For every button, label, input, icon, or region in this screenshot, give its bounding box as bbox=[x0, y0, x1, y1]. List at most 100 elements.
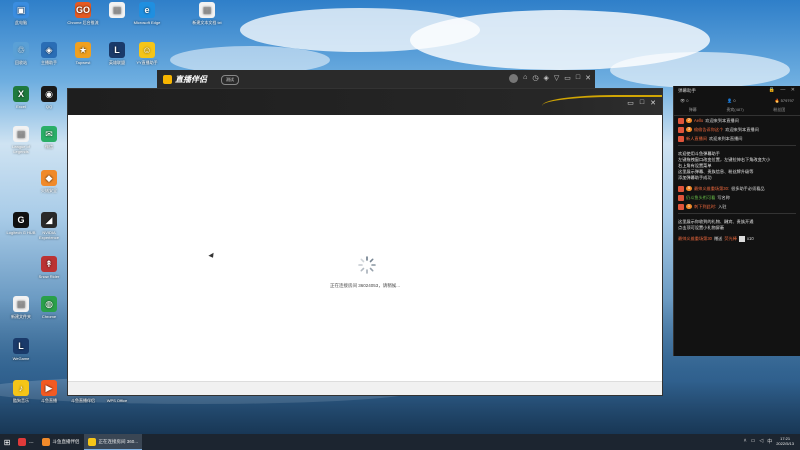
system-line: 添加弹幕助手成功 bbox=[678, 175, 712, 180]
tab-danmaku[interactable]: 弹幕 bbox=[689, 107, 697, 113]
chat-text: 入驻 bbox=[718, 203, 727, 209]
desktop-icon[interactable]: ◈ 主播助手 bbox=[32, 42, 66, 65]
clock[interactable]: 17:21 2022/5/13 bbox=[776, 436, 794, 446]
message-list: 2 Aello 欢迎来到本直播间 3 偷偷告诉你这个 欢迎来到本直播间 新人直播间 欢迎来到本… bbox=[674, 116, 800, 143]
minimize-icon[interactable]: ▭ bbox=[564, 74, 571, 83]
chat-username[interactable]: 仍斗鱼头衔可看 bbox=[686, 195, 715, 201]
gift-line: 点击顶可设置小礼物屏蔽 bbox=[678, 225, 725, 230]
tab-fans[interactable]: 粉丝团 bbox=[773, 107, 785, 113]
taskbar-item-label: --- bbox=[29, 439, 34, 445]
desktop-icon-label: 此电脑 bbox=[15, 20, 27, 25]
gift-action: 赠送 bbox=[713, 235, 723, 241]
window-footer bbox=[68, 381, 662, 395]
app-icon: ♲ bbox=[13, 42, 29, 58]
gift-user[interactable]: 最帅义维重场第30 bbox=[678, 236, 712, 242]
app-icon: ▣ bbox=[13, 2, 29, 18]
filter-icon[interactable]: ▽ bbox=[554, 74, 559, 83]
volume-icon[interactable]: ◁ bbox=[759, 438, 763, 444]
desktop-icon[interactable]: L WeGame bbox=[4, 338, 38, 361]
desktop-icon[interactable]: ◆ 火绒安全 bbox=[32, 170, 66, 193]
toolbar-icon-2[interactable]: ◷ bbox=[532, 74, 538, 83]
desktop-icon[interactable]: ★ Tapwest bbox=[66, 42, 100, 65]
taskbar-item[interactable]: 斗鱼直播伴侣 bbox=[38, 434, 84, 450]
gift-count: x10 bbox=[746, 235, 754, 241]
desktop-icon-label: 主播助手 bbox=[41, 60, 57, 65]
desktop-icon[interactable]: ▤ bbox=[100, 2, 134, 20]
panel-stats: 👁 0 👤 0 🔥 579797 bbox=[674, 96, 800, 105]
divider bbox=[678, 213, 796, 214]
fan-badge: 2 bbox=[686, 118, 692, 123]
live-companion-window[interactable]: 直播伴侣 测试 ⌂ ◷ ◈ ▽ ▭ □ ✕ bbox=[157, 70, 595, 90]
minimize-icon[interactable]: ▭ bbox=[627, 99, 634, 107]
fan-badge: 3 bbox=[686, 127, 692, 132]
room-connect-window[interactable]: ▭ □ ✕ 正在连接房间 36024053，请稍候... bbox=[67, 88, 663, 396]
close-icon[interactable]: ✕ bbox=[650, 99, 656, 107]
fan-badge: 5 bbox=[686, 186, 692, 191]
chat-username[interactable]: 刺下到此时: bbox=[694, 204, 716, 210]
chat-username[interactable]: 偷偷告诉你这个 bbox=[694, 127, 723, 133]
level-icon bbox=[678, 126, 684, 133]
desktop-icon[interactable]: e Microsoft Edge bbox=[130, 2, 164, 25]
desktop-icon[interactable]: L 英雄联盟 bbox=[100, 42, 134, 65]
tab-vip[interactable]: 贵宾(487) bbox=[726, 107, 743, 113]
member-count: 👤 0 bbox=[727, 98, 736, 103]
clock-date: 2022/5/13 bbox=[776, 441, 794, 446]
gift-item: 荧光棒 bbox=[724, 235, 737, 241]
ime-icon[interactable]: 中 bbox=[767, 438, 772, 445]
desktop-icon[interactable]: ▣ 此电脑 bbox=[4, 2, 38, 25]
app-icon bbox=[18, 438, 26, 446]
panel-title-bar[interactable]: 弹幕助手 🔒 — ✕ bbox=[674, 86, 800, 96]
desktop-icon-label: 火绒安全 bbox=[41, 188, 57, 193]
heat-count: 🔥 579797 bbox=[774, 98, 794, 103]
desktop-icon[interactable]: ▤ 新建文本文档 txt bbox=[190, 2, 224, 25]
desktop-icon[interactable]: GO Chrome 后台推流 bbox=[66, 2, 100, 25]
desktop-icon[interactable]: ▶ 斗鱼直播 bbox=[32, 380, 66, 403]
window-titlebar[interactable]: ▭ □ ✕ bbox=[68, 89, 662, 115]
desktop-icon-label: 斗鱼直播 bbox=[41, 398, 57, 403]
mouse-cursor-icon bbox=[208, 252, 216, 260]
chat-message: 5 最帅义维重场第30: 很多助手必须看品 bbox=[674, 184, 800, 193]
desktop-icon[interactable]: ↟ Snow Rider bbox=[32, 256, 66, 279]
panel-controls[interactable]: 🔒 — ✕ bbox=[769, 87, 797, 93]
app-icon: ▤ bbox=[13, 296, 29, 312]
desktop-icon[interactable]: ☺ YY直播助手 bbox=[130, 42, 164, 65]
desktop-icon-label: 新建文本文档 txt bbox=[192, 20, 222, 25]
chat-username[interactable]: 最帅义维重场第30: bbox=[694, 186, 729, 192]
toolbar-icon-1[interactable]: ⌂ bbox=[523, 74, 527, 83]
chat-message: 新人直播间 欢迎来到本直播间 bbox=[674, 134, 800, 143]
chat-username[interactable]: 新人直播间 bbox=[686, 136, 707, 142]
desktop-icon[interactable]: ◉ QQ bbox=[32, 86, 66, 109]
taskbar-item[interactable]: 正在连接房间 360... bbox=[83, 434, 143, 450]
desktop-icon-label: Chrome bbox=[41, 314, 57, 319]
network-icon[interactable]: ▭ bbox=[751, 438, 756, 444]
version-badge[interactable]: 测试 bbox=[221, 75, 239, 85]
desktop-icon[interactable]: ◢ NVIDIA Experience bbox=[32, 212, 66, 240]
desktop-icon-label: WeGame bbox=[12, 356, 30, 361]
window-buttons: ▭ □ ✕ bbox=[627, 99, 656, 107]
app-icon bbox=[87, 437, 96, 446]
close-icon[interactable]: ✕ bbox=[585, 74, 591, 83]
chat-message: 1 刺下到此时: 入驻 bbox=[674, 202, 800, 211]
avatar[interactable] bbox=[509, 74, 519, 83]
desktop-icon-label: Snow Rider bbox=[38, 274, 60, 279]
app-icon: e bbox=[139, 2, 155, 18]
maximize-icon[interactable]: □ bbox=[576, 74, 580, 83]
app-title: 直播伴侣 bbox=[175, 75, 207, 84]
desktop-icon-label: 斗鱼直播伴侣 bbox=[71, 398, 95, 403]
maximize-icon[interactable]: □ bbox=[640, 99, 644, 107]
app-icon: ↟ bbox=[41, 256, 57, 272]
desktop-icon-label: 微信 bbox=[45, 144, 53, 149]
start-button[interactable]: ⊞ bbox=[0, 434, 14, 450]
taskbar: ⊞ --- 斗鱼直播伴侣 正在连接房间 360... ˄ ▭ ◁ 中 17:21 2… bbox=[0, 434, 800, 450]
chat-username[interactable]: Aello bbox=[694, 118, 703, 124]
system-messages: 欢迎使用斗鱼弹幕助手 左键拖拽窗口改变位置，左键拉伸右下角改变大小 右上角有设置… bbox=[674, 148, 800, 184]
gift-info: 这里展示你收到的礼物、酬宾、贵族开通 点击顶可设置小礼物屏蔽 bbox=[674, 216, 800, 234]
desktop-icon-label: YY直播助手 bbox=[136, 60, 158, 65]
chevron-up-icon[interactable]: ˄ bbox=[744, 438, 747, 444]
danmaku-panel[interactable]: 弹幕助手 🔒 — ✕ 👁 0 👤 0 🔥 579797 弹幕 贵宾(487) 粉… bbox=[673, 86, 800, 356]
system-tray: ˄ ▭ ◁ 中 17:21 2022/5/13 bbox=[744, 436, 794, 446]
desktop-icon[interactable]: ◍ Chrome bbox=[32, 296, 66, 319]
toolbar-icon-3[interactable]: ◈ bbox=[543, 74, 548, 83]
taskbar-item[interactable]: --- bbox=[14, 434, 38, 450]
desktop-icon[interactable]: ✉ 微信 bbox=[32, 126, 66, 149]
